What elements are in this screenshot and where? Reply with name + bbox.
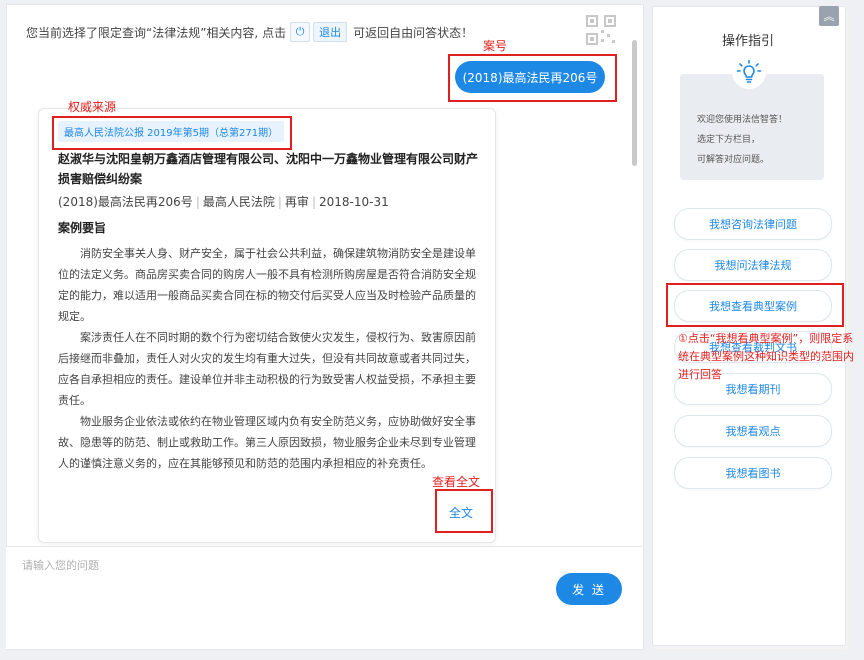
collapse-icon[interactable]: ︽ xyxy=(819,6,839,26)
welcome-line: 可解答对应问题。 xyxy=(697,155,770,165)
fulltext-link[interactable]: 全文 xyxy=(449,504,473,521)
source-badge: 最高人民法院公报 2019年第5期（总第271期） xyxy=(58,121,285,142)
option-legal-consult[interactable]: 我想咨询法律问题 xyxy=(674,208,832,240)
power-icon[interactable]: ⏻ xyxy=(290,22,311,42)
case-result-card: 最高人民法院公报 2019年第5期（总第271期） 赵淑华与沈阳皇朝万鑫酒店管理… xyxy=(38,108,496,543)
case-number: (2018)最高法民再206号 xyxy=(58,195,193,209)
trial-type: 再审 xyxy=(284,195,309,209)
section-heading: 案例要旨 xyxy=(58,221,107,235)
lightbulb-icon xyxy=(732,55,766,89)
option-viewpoints[interactable]: 我想看观点 xyxy=(674,415,832,447)
summary-paragraph: 物业服务企业依法或依约在物业管理区域内负有安全防范义务，应协助做好安全事故、隐患… xyxy=(58,415,476,470)
source-annotation: 权威来源 xyxy=(68,100,117,114)
sidebar-title: 操作指引 xyxy=(721,34,774,49)
case-title: 赵淑华与沈阳皇朝万鑫酒店管理有限公司、沈阳中一万鑫物业管理有限公司财产损害赔偿纠… xyxy=(58,152,479,186)
question-input[interactable] xyxy=(20,555,544,619)
option-laws-regulations[interactable]: 我想问法律法规 xyxy=(674,249,832,281)
summary-paragraph: 案涉责任人在不同时期的数个行为密切结合致使火灾发生，侵权行为、致害原因前后接继而… xyxy=(58,331,476,407)
judgment-date: 2018-10-31 xyxy=(318,195,389,209)
fulltext-annotation: 查看全文 xyxy=(432,475,481,489)
qr-code-icon[interactable] xyxy=(585,14,617,46)
welcome-text: 欢迎您使用法信智答！ 选定下方栏目， 可解答对应问题。 xyxy=(697,110,787,170)
summary-paragraph: 消防安全事关人身、财产安全，属于社会公共利益，确保建筑物消防安全是建设单位的法定… xyxy=(58,247,476,323)
case-meta: (2018)最高法民再206号 | 最高人民法院 | 再审 | 2018-10-31 xyxy=(58,195,389,209)
chat-scrollbar[interactable] xyxy=(632,40,637,166)
welcome-box: 欢迎您使用法信智答！ 选定下方栏目， 可解答对应问题。 xyxy=(680,74,824,180)
option-typical-cases[interactable]: 我想查看典型案例 xyxy=(674,290,832,322)
restriction-notice: 您当前选择了限定查询“法律法规”相关内容, 点击 ⏻ 退出 可返回自由问答状态！ xyxy=(26,22,473,42)
user-message-bubble: (2018)最高法民再206号 xyxy=(455,61,605,93)
send-button[interactable]: 发 送 xyxy=(556,573,622,605)
option-books[interactable]: 我想看图书 xyxy=(674,457,832,489)
case-summary: 消防安全事关人身、财产安全，属于社会公共利益，确保建筑物消防安全是建设单位的法定… xyxy=(58,243,483,474)
typical-case-annotation: ①点击“我想看典型案例”，则限定系统在典型案例这种知识类型的范围内进行回答 xyxy=(678,332,854,381)
welcome-line: 欢迎您使用法信智答！ xyxy=(697,115,788,125)
court-name: 最高人民法院 xyxy=(202,195,275,209)
case-number-annotation: 案号 xyxy=(483,39,508,53)
exit-button[interactable]: 退出 xyxy=(313,22,348,42)
input-area: 发 送 xyxy=(6,546,642,649)
welcome-line: 选定下方栏目， xyxy=(697,135,761,145)
notice-text-before: 您当前选择了限定查询“法律法规”相关内容, 点击 xyxy=(26,25,287,40)
notice-text-after: 可返回自由问答状态！ xyxy=(353,25,474,40)
